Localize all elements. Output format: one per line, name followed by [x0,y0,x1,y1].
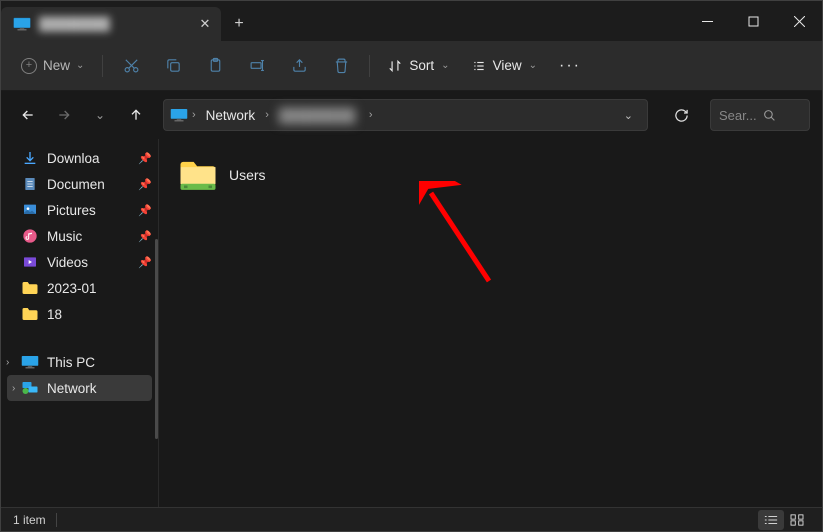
new-tab-button[interactable]: + [221,7,257,41]
close-button[interactable] [776,1,822,41]
new-button[interactable]: + New ⌄ [11,52,94,80]
minimize-button[interactable] [684,1,730,41]
sidebar-item-this-pc[interactable]: › This PC [1,349,158,375]
chevron-down-icon: ⌄ [529,60,537,71]
pin-icon: 📌 [138,256,152,269]
share-button[interactable] [279,49,319,83]
rename-button[interactable] [237,49,277,83]
more-button[interactable]: ··· [549,51,591,81]
search-input[interactable]: Sear... [710,99,810,131]
sidebar-item-folder[interactable]: 18 [1,301,158,327]
refresh-button[interactable] [664,99,698,131]
item-count: 1 item [13,513,46,527]
tab-close-button[interactable]: ✕ [199,16,211,32]
pin-icon: 📌 [138,178,152,191]
folder-icon [21,280,39,296]
search-icon [763,109,776,122]
navigation-pane: Downloa 📌 Documen 📌 Pictures 📌 Music 📌 V… [1,139,159,507]
delete-button[interactable] [321,49,361,83]
address-history-chevron[interactable]: ⌄ [616,109,641,122]
breadcrumb-separator: › [190,109,198,121]
music-icon [21,228,39,244]
copy-button[interactable] [153,49,193,83]
title-bar: ████████ ✕ + [1,1,822,41]
chevron-right-icon: › [6,357,9,368]
arrow-annotation [419,181,509,291]
download-icon [21,150,39,166]
sidebar-item-pictures[interactable]: Pictures 📌 [1,197,158,223]
maximize-button[interactable] [730,1,776,41]
network-icon [21,380,39,396]
sidebar-item-network[interactable]: › Network [7,375,152,401]
pc-icon [21,354,39,370]
up-button[interactable] [121,100,151,130]
command-bar: + New ⌄ Sort ⌄ View ⌄ ··· [1,41,822,91]
tab-title: ████████ [39,17,191,31]
folder-icon [21,306,39,322]
forward-button[interactable] [49,100,79,130]
document-icon [21,176,39,192]
view-label: View [493,58,522,73]
back-button[interactable] [13,100,43,130]
plus-circle-icon: + [21,58,37,74]
list-item[interactable]: Users [173,153,808,197]
chevron-right-icon: › [12,383,15,394]
search-placeholder: Sear... [719,108,757,123]
status-bar: 1 item [1,507,822,531]
sidebar-item-music[interactable]: Music 📌 [1,223,158,249]
sidebar-item-folder[interactable]: 2023-01 [1,275,158,301]
chevron-down-icon: ⌄ [76,60,84,71]
sidebar-item-downloads[interactable]: Downloa 📌 [1,145,158,171]
pin-icon: 📌 [138,230,152,243]
folder-label: Users [229,167,266,183]
pin-icon: 📌 [138,204,152,217]
view-icon [472,59,486,73]
sidebar-item-documents[interactable]: Documen 📌 [1,171,158,197]
thumbnails-view-button[interactable] [784,510,810,530]
videos-icon [21,254,39,270]
sort-icon [388,59,402,73]
sort-button[interactable]: Sort ⌄ [378,52,459,79]
content-pane[interactable]: Users [159,139,822,507]
sidebar-item-videos[interactable]: Videos 📌 [1,249,158,275]
sidebar-scrollbar[interactable] [155,239,158,439]
monitor-icon [170,108,188,122]
shared-folder-icon [177,157,219,193]
cut-button[interactable] [111,49,151,83]
recent-button[interactable]: ⌄ [85,100,115,130]
view-button[interactable]: View ⌄ [462,52,547,79]
window-tab[interactable]: ████████ ✕ [1,7,221,41]
pictures-icon [21,202,39,218]
breadcrumb-separator: › [263,109,271,121]
chevron-down-icon: ⌄ [441,60,449,71]
paste-button[interactable] [195,49,235,83]
window-controls [684,1,822,41]
monitor-icon [13,17,31,31]
breadcrumb-host[interactable]: ████████ [273,104,365,127]
breadcrumb-separator: › [367,109,375,121]
details-view-button[interactable] [758,510,784,530]
address-bar[interactable]: › Network › ████████ › ⌄ [163,99,648,131]
breadcrumb-network[interactable]: Network [200,104,262,127]
pin-icon: 📌 [138,152,152,165]
new-label: New [43,58,70,73]
navigation-bar: ⌄ › Network › ████████ › ⌄ Sear... [1,91,822,139]
sort-label: Sort [409,58,434,73]
